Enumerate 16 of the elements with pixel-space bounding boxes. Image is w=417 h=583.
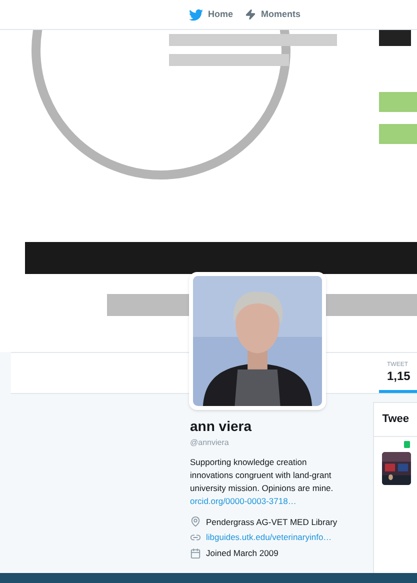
profile-detail: Joined March 2009 [206, 547, 278, 560]
calendar-icon [190, 548, 201, 559]
nav-link[interactable]: Moments [245, 8, 301, 22]
map-pin-icon [190, 516, 201, 528]
nav-link[interactable]: Home [189, 8, 234, 22]
profile-bio: Supporting knowledge creation innovations congruent with land-grant university mission. Opinions are mine. orcid.org/0000-0003-3718… [190, 456, 334, 508]
profile-name: ann viera [190, 418, 253, 436]
bird-icon [189, 8, 203, 22]
bio-link[interactable]: orcid.org/0000-0003-3718… [190, 496, 296, 506]
profile-detail: Pendergrass AG-VET MED Library [206, 516, 338, 528]
lightning-icon [245, 8, 256, 21]
timeline-title: Twee [374, 403, 417, 436]
profile-detail[interactable]: libguides.utk.edu/veterinaryinfo… [206, 531, 332, 544]
badge-icon [404, 440, 410, 448]
profile-handle: @annviera [190, 436, 230, 448]
link-icon [190, 532, 201, 544]
